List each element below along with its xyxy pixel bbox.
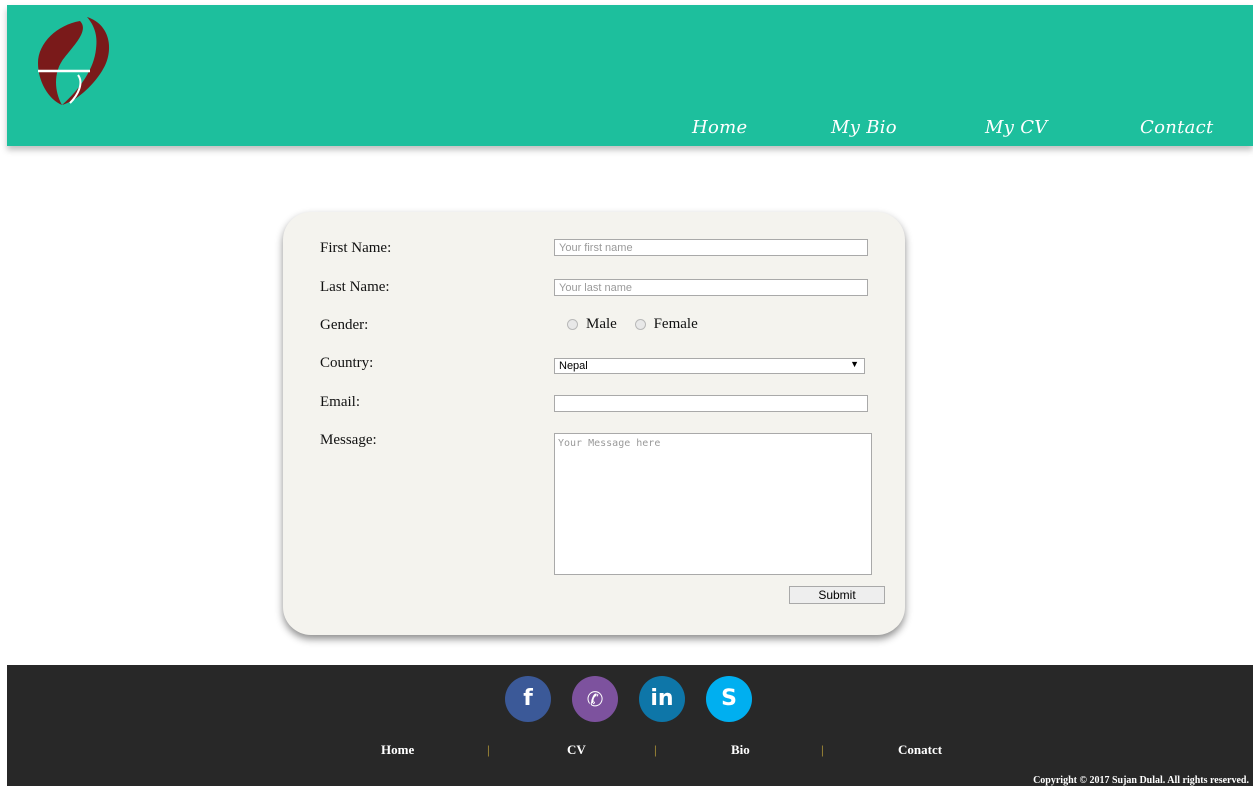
last-name-input[interactable] <box>554 279 868 296</box>
footer-nav-bio[interactable]: Bio <box>731 742 750 758</box>
female-radio[interactable] <box>634 319 646 331</box>
first-name-input[interactable] <box>554 239 868 256</box>
email-label: Email: <box>320 394 360 410</box>
gender-label: Gender: <box>320 317 369 333</box>
copyright-text: Copyright © 2017 Sujan Dulal. All rights… <box>1033 775 1249 786</box>
message-label: Message: <box>320 432 377 448</box>
footer-separator: | <box>821 742 824 757</box>
footer-nav-contact[interactable]: Conatct <box>898 742 942 758</box>
country-label: Country: <box>320 355 374 371</box>
facebook-icon[interactable]: f <box>505 676 551 722</box>
site-header: Home My Bio My CV Contact <box>7 5 1253 146</box>
footer-nav-cv[interactable]: CV <box>567 742 586 758</box>
nav-my-bio[interactable]: My Bio <box>831 117 897 138</box>
dropdown-arrow-icon: ▼ <box>850 359 859 369</box>
nav-home[interactable]: Home <box>692 117 747 138</box>
nav-my-cv[interactable]: My CV <box>985 117 1048 138</box>
footer-nav-home[interactable]: Home <box>381 742 414 758</box>
main-nav: Home My Bio My CV Contact <box>7 117 1253 147</box>
female-label: Female <box>653 316 698 332</box>
email-input[interactable] <box>554 395 868 412</box>
viber-icon[interactable]: ✆ <box>572 676 618 722</box>
country-selected-value: Nepal <box>559 360 588 372</box>
message-textarea[interactable]: Your Message here <box>554 433 872 575</box>
first-name-label: First Name: <box>320 240 392 256</box>
male-radio[interactable] <box>567 319 578 331</box>
site-footer: f ✆ in S Home | CV | Bio | Conatct Copyr… <box>7 665 1253 786</box>
logo-icon[interactable] <box>32 13 122 108</box>
male-label: Male <box>586 316 617 332</box>
footer-separator: | <box>487 742 490 757</box>
contact-form: First Name: Last Name: Gender: Male Fema… <box>283 212 905 635</box>
last-name-label: Last Name: <box>320 279 390 295</box>
country-select[interactable]: Nepal ▼ <box>554 358 865 374</box>
submit-button[interactable]: Submit <box>789 586 885 604</box>
nav-contact[interactable]: Contact <box>1140 117 1214 138</box>
gender-radio-group: Male Female <box>567 316 698 333</box>
skype-icon[interactable]: S <box>706 676 752 722</box>
linkedin-icon[interactable]: in <box>639 676 685 722</box>
footer-separator: | <box>654 742 657 757</box>
